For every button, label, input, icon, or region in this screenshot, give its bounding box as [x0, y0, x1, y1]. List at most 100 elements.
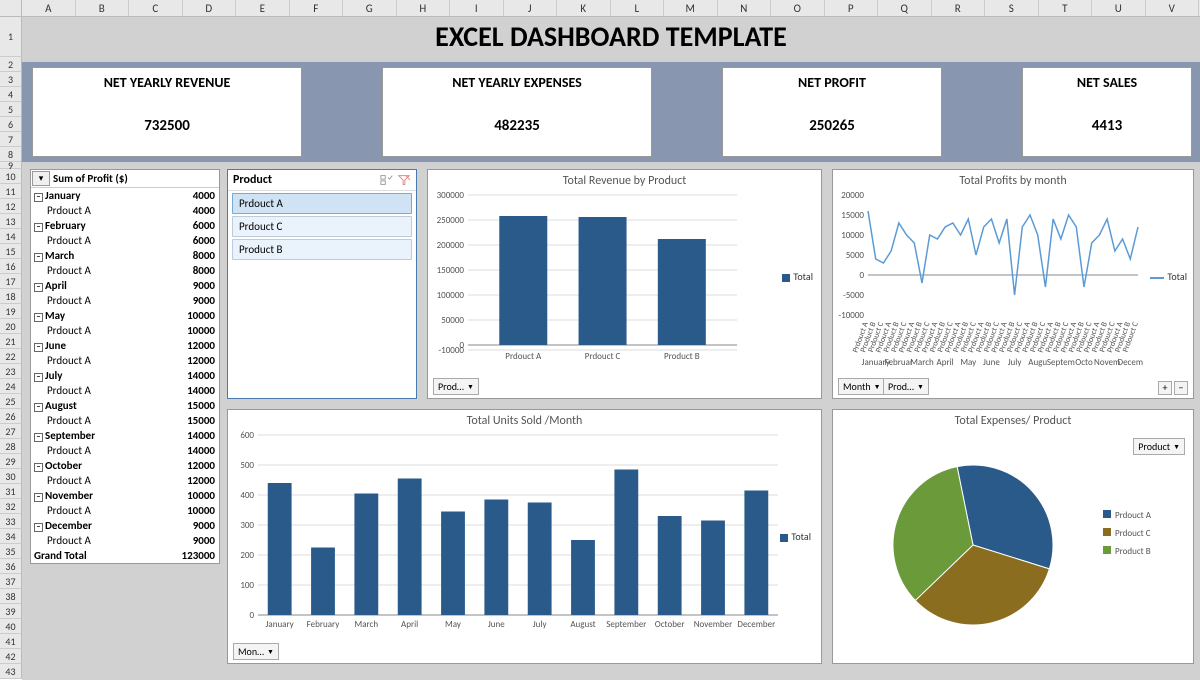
row-header[interactable]: 18: [0, 289, 22, 304]
col-header[interactable]: M: [664, 0, 718, 16]
row-header[interactable]: 34: [0, 529, 22, 544]
row-header[interactable]: 2: [0, 57, 22, 72]
pivot-product-row[interactable]: Prdouct A12000: [31, 473, 219, 488]
row-header[interactable]: 19: [0, 304, 22, 319]
slicer-item[interactable]: Prdouct A: [232, 193, 412, 214]
collapse-icon[interactable]: −: [34, 403, 43, 412]
row-header[interactable]: 5: [0, 102, 22, 117]
col-header[interactable]: H: [397, 0, 451, 16]
pivot-month-row[interactable]: −October12000: [31, 458, 219, 473]
col-header[interactable]: O: [771, 0, 825, 16]
pivot-month-row[interactable]: −January4000: [31, 188, 219, 203]
col-header[interactable]: E: [236, 0, 290, 16]
col-header[interactable]: R: [932, 0, 986, 16]
row-header[interactable]: 43: [0, 664, 22, 679]
col-header[interactable]: D: [183, 0, 237, 16]
col-header[interactable]: B: [76, 0, 130, 16]
collapse-icon[interactable]: −: [34, 493, 43, 502]
pivot-product-row[interactable]: Prdouct A14000: [31, 443, 219, 458]
row-header[interactable]: 10: [0, 169, 22, 184]
collapse-icon[interactable]: −: [34, 373, 43, 382]
col-header[interactable]: A: [22, 0, 76, 16]
pivot-month-row[interactable]: −December9000: [31, 518, 219, 533]
slicer-item[interactable]: Product B: [232, 239, 412, 260]
row-header[interactable]: 11: [0, 184, 22, 199]
row-header[interactable]: 12: [0, 199, 22, 214]
row-header[interactable]: 41: [0, 634, 22, 649]
row-header[interactable]: 25: [0, 394, 22, 409]
row-header[interactable]: 29: [0, 454, 22, 469]
col-header[interactable]: L: [611, 0, 665, 16]
multiselect-icon[interactable]: [380, 174, 394, 186]
col-header[interactable]: P: [825, 0, 879, 16]
row-header[interactable]: 22: [0, 349, 22, 364]
pivot-table[interactable]: ▾ Sum of Profit ($) −January4000Prdouct …: [30, 169, 220, 564]
col-header[interactable]: S: [985, 0, 1039, 16]
row-header[interactable]: 1: [0, 17, 22, 57]
chart-filter-product-button[interactable]: Prod…▼: [883, 378, 929, 395]
collapse-icon[interactable]: −: [34, 313, 43, 322]
chart-filter-month-button[interactable]: Month▼: [838, 378, 886, 395]
row-header[interactable]: 3: [0, 72, 22, 87]
row-header[interactable]: 28: [0, 439, 22, 454]
pivot-month-row[interactable]: −May10000: [31, 308, 219, 323]
row-header[interactable]: 38: [0, 589, 22, 604]
pivot-month-row[interactable]: −April9000: [31, 278, 219, 293]
row-header[interactable]: 15: [0, 244, 22, 259]
col-header[interactable]: Q: [878, 0, 932, 16]
chart-filter-button[interactable]: Prod…▼: [433, 378, 479, 395]
pivot-month-row[interactable]: −June12000: [31, 338, 219, 353]
collapse-icon[interactable]: −: [34, 223, 43, 232]
col-header[interactable]: K: [557, 0, 611, 16]
pivot-product-row[interactable]: Prdouct A9000: [31, 533, 219, 548]
row-header[interactable]: 26: [0, 409, 22, 424]
pivot-month-row[interactable]: −September14000: [31, 428, 219, 443]
plus-icon[interactable]: +: [1158, 381, 1172, 395]
pivot-filter-button[interactable]: ▾: [32, 171, 50, 186]
pivot-product-row[interactable]: Prdouct A6000: [31, 233, 219, 248]
pivot-month-row[interactable]: −February6000: [31, 218, 219, 233]
row-header[interactable]: 27: [0, 424, 22, 439]
pivot-product-row[interactable]: Prdouct A8000: [31, 263, 219, 278]
pivot-product-row[interactable]: Prdouct A10000: [31, 323, 219, 338]
pivot-month-row[interactable]: −November10000: [31, 488, 219, 503]
pivot-product-row[interactable]: Prdouct A15000: [31, 413, 219, 428]
row-header[interactable]: 39: [0, 604, 22, 619]
pivot-product-row[interactable]: Prdouct A12000: [31, 353, 219, 368]
collapse-icon[interactable]: −: [34, 193, 43, 202]
row-header[interactable]: 30: [0, 469, 22, 484]
collapse-icon[interactable]: −: [34, 463, 43, 472]
collapse-icon[interactable]: −: [34, 283, 43, 292]
collapse-icon[interactable]: −: [34, 433, 43, 442]
chart-profits-by-month[interactable]: Total Profits by month -10000-5000050001…: [832, 169, 1194, 399]
row-header[interactable]: 14: [0, 229, 22, 244]
row-header[interactable]: 36: [0, 559, 22, 574]
chart-filter-button[interactable]: Product▼: [1133, 438, 1185, 455]
col-header[interactable]: C: [129, 0, 183, 16]
clear-filter-icon[interactable]: [397, 174, 411, 186]
row-header[interactable]: 6: [0, 117, 22, 132]
row-header[interactable]: 21: [0, 334, 22, 349]
row-header[interactable]: 33: [0, 514, 22, 529]
product-slicer[interactable]: Product Prdouct APrdouct CProduct B: [227, 169, 417, 399]
pivot-product-row[interactable]: Prdouct A10000: [31, 503, 219, 518]
row-header[interactable]: 9: [0, 162, 22, 169]
slicer-item[interactable]: Prdouct C: [232, 216, 412, 237]
row-header[interactable]: 13: [0, 214, 22, 229]
pivot-month-row[interactable]: −March8000: [31, 248, 219, 263]
row-header[interactable]: 37: [0, 574, 22, 589]
chart-units-sold[interactable]: Total Units Sold /Month 0100200300400500…: [227, 409, 822, 664]
col-header[interactable]: G: [343, 0, 397, 16]
select-all-corner[interactable]: [0, 0, 22, 17]
chart-filter-button[interactable]: Mon…▼: [233, 643, 279, 660]
col-header[interactable]: V: [1146, 0, 1200, 16]
pivot-product-row[interactable]: Prdouct A4000: [31, 203, 219, 218]
collapse-icon[interactable]: −: [34, 523, 43, 532]
row-header[interactable]: 16: [0, 259, 22, 274]
row-header[interactable]: 35: [0, 544, 22, 559]
collapse-icon[interactable]: −: [34, 253, 43, 262]
minus-icon[interactable]: −: [1174, 381, 1188, 395]
pivot-month-row[interactable]: −July14000: [31, 368, 219, 383]
col-header[interactable]: F: [290, 0, 344, 16]
col-header[interactable]: N: [718, 0, 772, 16]
